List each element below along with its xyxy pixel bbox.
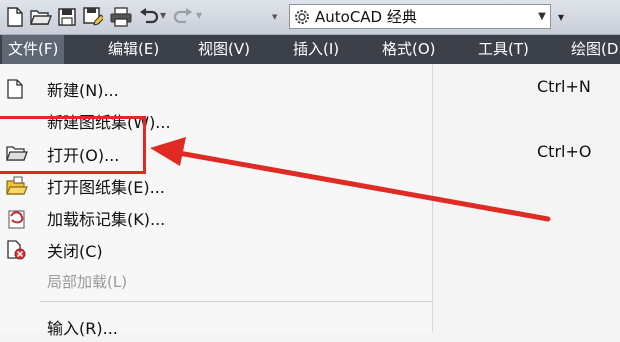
new-file-icon <box>6 79 26 99</box>
workspace-selector[interactable]: AutoCAD 经典 ▼ <box>289 4 551 29</box>
menu-item-shortcut: Ctrl+O <box>537 142 592 161</box>
open-folder-icon[interactable] <box>30 6 52 28</box>
workspace-value: AutoCAD 经典 <box>315 8 417 26</box>
menu-draw[interactable]: 绘图(D <box>571 35 618 64</box>
close-drawing-icon <box>6 240 26 260</box>
menu-item-label: 输入(R)... <box>47 319 118 338</box>
menu-item-label: 局部加载(L) <box>47 273 128 291</box>
menu-item-partial-load: 局部加载(L) <box>0 266 432 298</box>
undo-icon[interactable] <box>138 6 160 28</box>
new-file-icon[interactable] <box>4 6 26 28</box>
customize-toolbar-icon[interactable]: ▾ <box>555 6 567 28</box>
print-icon[interactable] <box>110 6 132 28</box>
menu-item-import[interactable]: 输入(R)... <box>0 310 432 342</box>
menu-item-label: 关闭(C) <box>47 242 103 261</box>
chevron-down-icon[interactable]: ▼ <box>534 5 550 28</box>
menu-bar: 文件(F) 编辑(E) 视图(V) 插入(I) 格式(O) 工具(T) 绘图(D <box>0 35 620 64</box>
menu-item-close[interactable]: 关闭(C) <box>0 233 432 265</box>
annotation-highlight-box <box>0 116 146 174</box>
menu-format[interactable]: 格式(O) <box>382 35 436 64</box>
redo-icon <box>172 6 194 28</box>
file-menu-dropdown: 新建(N)... Ctrl+N 新建图纸集(W)... 打开(O)... Ctr… <box>0 64 591 338</box>
save-icon[interactable] <box>56 6 78 28</box>
undo-dropdown-icon[interactable]: ▼ <box>160 12 168 20</box>
menu-item-shortcut: Ctrl+N <box>537 77 591 96</box>
menu-item-load-markup-set[interactable]: 加载标记集(K)... <box>0 201 432 233</box>
menu-view[interactable]: 视图(V) <box>198 35 250 64</box>
redo-dropdown-icon: ▼ <box>196 11 203 20</box>
save-as-icon[interactable] <box>82 6 104 28</box>
menu-separator <box>40 301 432 302</box>
menu-item-label: 加载标记集(K)... <box>47 210 166 229</box>
toolbar-separator-arrow-icon: ▼ <box>272 13 278 21</box>
menu-item-new[interactable]: 新建(N)... Ctrl+N <box>0 72 591 104</box>
menu-item-label: 打开图纸集(E)... <box>47 178 165 197</box>
markup-set-icon <box>6 208 26 229</box>
open-sheet-set-icon <box>6 176 28 196</box>
menu-edit[interactable]: 编辑(E) <box>108 35 159 64</box>
quick-access-toolbar: ▼ ▼ ▼ AutoCAD 经典 ▼ ▾ <box>0 0 620 35</box>
menu-file[interactable]: 文件(F) <box>2 35 65 64</box>
menu-item-label: 新建(N)... <box>47 81 119 100</box>
gear-icon <box>293 8 311 26</box>
menu-tools[interactable]: 工具(T) <box>478 35 529 64</box>
menu-insert[interactable]: 插入(I) <box>293 35 339 64</box>
